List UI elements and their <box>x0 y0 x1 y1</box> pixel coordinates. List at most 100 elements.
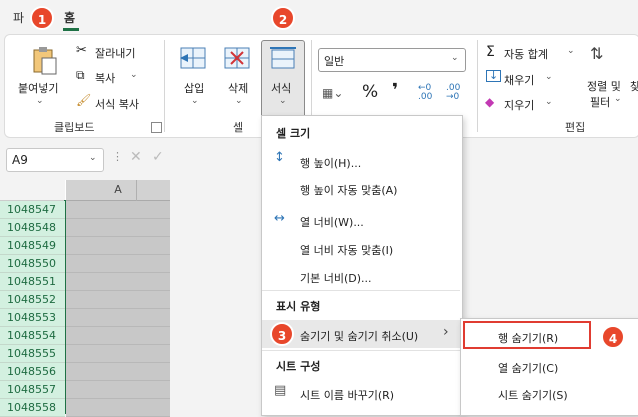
autosum-button[interactable]: 자동 합계 <box>504 46 548 62</box>
group-divider <box>477 40 478 132</box>
tab-file[interactable]: 파 <box>13 9 24 26</box>
increase-decimal-icon[interactable]: ←0.00 <box>418 84 432 102</box>
chevron-down-icon[interactable]: ⌄ <box>545 97 553 107</box>
sheet-cell[interactable] <box>66 291 170 309</box>
name-box[interactable]: A9 ⌄ <box>6 148 104 172</box>
menu-section-visibility: 표시 유형 <box>276 300 321 313</box>
row-header[interactable]: 1048550 <box>0 255 65 273</box>
sigma-icon: Σ <box>486 44 495 60</box>
chevron-down-icon[interactable]: ⌄ <box>545 72 553 82</box>
row-header[interactable]: 1048558 <box>0 399 65 417</box>
menu-item-default-width[interactable]: 기본 너비(D)... <box>300 270 372 286</box>
menu-divider <box>262 350 460 351</box>
currency-format-icon[interactable]: ▦⌄ <box>322 86 343 100</box>
scissors-icon: ✂ <box>76 43 87 58</box>
menu-item-hide-unhide[interactable]: 숨기기 및 숨기기 취소(U) <box>300 328 418 344</box>
comma-style-button[interactable]: ❜ <box>392 80 398 101</box>
format-label: 서식 <box>271 82 292 95</box>
sort-filter-label-line2: 필터 <box>590 96 611 109</box>
chevron-down-icon[interactable]: ⌄ <box>614 94 622 104</box>
number-format-value: 일반 <box>324 55 345 68</box>
paste-button[interactable]: 붙여넣기 <box>18 80 58 96</box>
submenu-item-hide-rows[interactable]: 행 숨기기(R) <box>498 330 558 346</box>
chevron-down-icon[interactable]: ⌄ <box>451 53 459 63</box>
submenu-item-hide-cols[interactable]: 열 숨기기(C) <box>498 360 558 376</box>
sort-filter-button[interactable]: 정렬 및 <box>587 78 621 94</box>
sheet-cell[interactable] <box>66 201 170 219</box>
tab-home[interactable]: 홈 <box>64 9 75 26</box>
column-header-a[interactable]: A <box>66 180 170 201</box>
confirm-entry-icon[interactable]: ✓ <box>152 149 164 165</box>
sheet-cell[interactable] <box>66 363 170 381</box>
menu-item-autofit-col[interactable]: 열 너비 자동 맞춤(I) <box>300 242 393 258</box>
fill-button[interactable]: 채우기 <box>504 72 534 88</box>
chevron-down-icon[interactable]: ⌄ <box>89 153 97 163</box>
row-header[interactable]: 1048553 <box>0 309 65 327</box>
delete-cells-icon[interactable] <box>222 46 252 70</box>
row-height-icon: ↕ <box>274 150 285 165</box>
sheet-cell[interactable] <box>66 255 170 273</box>
menu-item-autofit-row[interactable]: 행 높이 자동 맞춤(A) <box>300 182 397 198</box>
sheet-cell[interactable] <box>66 309 170 327</box>
select-all-corner[interactable] <box>0 180 65 201</box>
delete-button[interactable]: 삭제 <box>228 80 248 96</box>
sheet-cell[interactable] <box>66 345 170 363</box>
menu-item-row-height[interactable]: 행 높이(H)... <box>300 155 361 171</box>
chevron-right-icon: › <box>443 324 449 340</box>
row-header[interactable]: 1048555 <box>0 345 65 363</box>
cancel-entry-icon[interactable]: ✕ <box>130 149 142 165</box>
percent-button[interactable]: % <box>362 82 378 102</box>
paste-icon[interactable] <box>30 46 58 76</box>
chevron-down-icon[interactable]: ⌄ <box>567 46 575 56</box>
row-header[interactable]: 1048554 <box>0 327 65 345</box>
row-header[interactable]: 1048556 <box>0 363 65 381</box>
sheet-cell[interactable] <box>66 381 170 399</box>
chevron-down-icon[interactable]: ⌄ <box>36 96 44 106</box>
name-box-value: A9 <box>12 153 28 167</box>
row-header[interactable]: 1048557 <box>0 381 65 399</box>
editing-group-label: 편집 <box>565 121 586 134</box>
chevron-down-icon[interactable]: ⌄ <box>191 96 199 106</box>
more-options-icon: ⋮ <box>112 150 123 163</box>
insert-button[interactable]: 삽입 <box>184 80 204 96</box>
sheet-cell[interactable] <box>66 399 170 417</box>
sheet-cell[interactable] <box>66 219 170 237</box>
decrease-decimal-icon[interactable]: .00 →0 <box>446 84 460 102</box>
row-header[interactable]: 1048552 <box>0 291 65 309</box>
dialog-launcher-icon[interactable] <box>151 122 162 133</box>
copy-button[interactable]: 복사 <box>95 70 115 86</box>
menu-divider <box>262 290 460 291</box>
chevron-down-icon[interactable]: ⌄ <box>235 96 243 106</box>
format-painter-button[interactable]: 서식 복사 <box>95 96 139 112</box>
sheet-cell[interactable] <box>66 273 170 291</box>
row-header[interactable]: 1048548 <box>0 219 65 237</box>
sort-filter-icon: ⇅ <box>590 44 604 63</box>
submenu-item-hide-sheet[interactable]: 시트 숨기기(S) <box>498 387 568 403</box>
sheet-cell[interactable] <box>66 237 170 255</box>
cells-group-label: 셀 <box>233 121 244 134</box>
row-header[interactable]: 1048551 <box>0 273 65 291</box>
column-width-icon: ↔ <box>274 211 285 226</box>
row-header[interactable]: 1048549 <box>0 237 65 255</box>
chevron-down-icon[interactable]: ⌄ <box>130 70 138 80</box>
active-tab-indicator <box>63 28 79 31</box>
rename-sheet-icon: ▤ <box>274 383 287 398</box>
chevron-down-icon[interactable]: ⌄ <box>279 96 287 106</box>
menu-section-cell-size: 셀 크기 <box>276 127 311 140</box>
cut-button[interactable]: 잘라내기 <box>95 45 135 61</box>
row-header[interactable]: 1048547 <box>0 201 65 219</box>
sheet-cell[interactable] <box>66 327 170 345</box>
format-cells-icon <box>269 46 297 72</box>
clipboard-group-label: 클립보드 <box>54 121 95 134</box>
number-format-select[interactable]: 일반 ⌄ <box>318 48 466 72</box>
step-badge-3: 3 <box>270 322 294 346</box>
menu-item-col-width[interactable]: 열 너비(W)... <box>300 214 364 230</box>
paintbrush-icon: 🖌 <box>76 93 92 107</box>
step-badge-1: 1 <box>30 6 54 30</box>
menu-item-rename-sheet[interactable]: 시트 이름 바꾸기(R) <box>300 387 394 403</box>
clear-button[interactable]: 지우기 <box>504 97 534 113</box>
insert-cells-icon[interactable] <box>178 46 208 70</box>
ribbon-tabs: 파 홈 <box>0 0 638 34</box>
find-select-button[interactable]: 찾 <box>630 78 638 94</box>
group-divider <box>164 40 165 132</box>
